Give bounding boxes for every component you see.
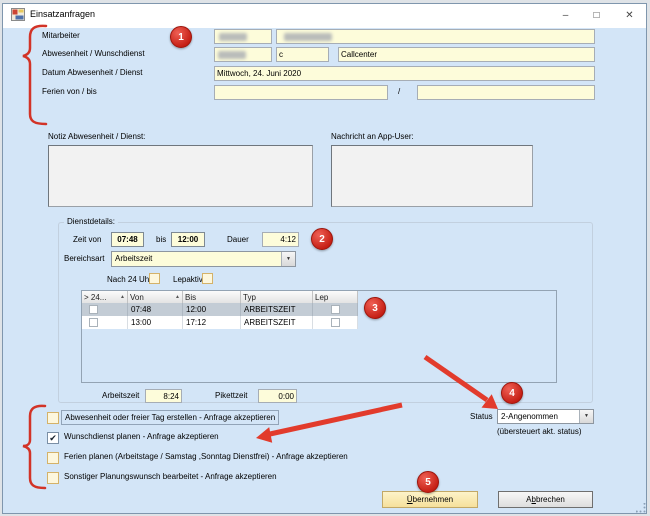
- redacted-text: [284, 33, 332, 41]
- form-icon: [11, 8, 25, 21]
- resize-grip[interactable]: [636, 503, 646, 513]
- nachricht-label: Nachricht an App-User:: [331, 132, 414, 142]
- column-header-bis[interactable]: Bis: [183, 291, 241, 303]
- abwesenheit-id-field[interactable]: [214, 47, 272, 62]
- dienstdetails-group-label: Dienstdetails:: [64, 217, 118, 227]
- zeit-von-field[interactable]: 07:48: [111, 232, 144, 247]
- annotation-badge-1: 1: [170, 26, 192, 48]
- column-header-nach24[interactable]: > 24... ▲: [82, 291, 128, 303]
- ferien-label: Ferien von / bis: [42, 87, 97, 97]
- bereichsart-value: Arbeitszeit: [115, 254, 152, 263]
- mitarbeiter-label: Mitarbeiter: [42, 31, 80, 41]
- ferien-bis-field[interactable]: [417, 85, 595, 100]
- status-combobox[interactable]: 2-Angenommen ▼: [497, 409, 594, 424]
- dauer-label: Dauer: [227, 235, 249, 245]
- option-label: Sonstiger Planungswunsch bearbeitet - An…: [61, 470, 280, 483]
- ferien-von-field[interactable]: [214, 85, 388, 100]
- option-checkbox[interactable]: [47, 452, 59, 464]
- nach24-label: Nach 24 Uhr: [107, 275, 152, 285]
- zeit-von-label: Zeit von: [73, 235, 101, 245]
- annotation-badge-5: 5: [417, 471, 439, 493]
- annotation-badge-2: 2: [311, 228, 333, 250]
- close-icon[interactable]: ✕: [615, 4, 644, 27]
- notiz-label: Notiz Abwesenheit / Dienst:: [48, 132, 145, 142]
- annotation-badge-4: 4: [501, 382, 523, 404]
- sort-asc-icon: ▲: [120, 294, 125, 300]
- notiz-textarea[interactable]: [48, 145, 313, 207]
- minimize-icon[interactable]: –: [551, 4, 580, 27]
- dienst-table: > 24... ▲ Von ▲ Bis Typ Lep 07:4812:00AR…: [81, 290, 557, 383]
- bereichsart-combobox[interactable]: Arbeitszeit ▼: [111, 251, 296, 267]
- uebernehmen-button[interactable]: Übernehmen: [382, 491, 478, 508]
- arbeitszeit-label: Arbeitszeit: [102, 391, 139, 401]
- row-lep-checkbox[interactable]: [331, 318, 340, 327]
- status-hint: (übersteuert akt. status): [497, 427, 581, 437]
- sort-asc-icon: ▲: [175, 294, 180, 300]
- chevron-down-icon[interactable]: ▼: [579, 410, 593, 423]
- option-label: Ferien planen (Arbeitstage / Samstag ,So…: [61, 450, 351, 463]
- column-label: Bis: [185, 293, 196, 302]
- datum-label: Datum Abwesenheit / Dienst: [42, 68, 143, 78]
- zeit-bis-field[interactable]: 12:00: [171, 232, 205, 247]
- ferien-separator: /: [398, 87, 400, 97]
- column-label: Typ: [243, 293, 256, 302]
- titlebar: [3, 4, 646, 28]
- lepaktiv-label: Lepaktiv: [173, 275, 203, 285]
- option-checkbox[interactable]: [47, 472, 59, 484]
- table-row[interactable]: 13:0017:12ARBEITSZEIT: [82, 316, 358, 329]
- status-value: 2-Angenommen: [501, 412, 558, 421]
- row-nach24-checkbox[interactable]: [89, 318, 98, 327]
- bis-label: bis: [156, 235, 166, 245]
- mitarbeiter-name-field[interactable]: [276, 29, 595, 44]
- pikettzeit-field[interactable]: 0:00: [258, 389, 297, 403]
- screen: Einsatzanfragen – □ ✕ Mitarbeiter Abwese…: [0, 0, 650, 516]
- option-checkbox[interactable]: [47, 412, 59, 424]
- datum-field[interactable]: Mittwoch, 24. Juni 2020: [214, 66, 595, 81]
- column-header-lep[interactable]: Lep: [313, 291, 358, 303]
- row-lep-checkbox[interactable]: [331, 305, 340, 314]
- column-header-typ[interactable]: Typ: [241, 291, 313, 303]
- mitarbeiter-id-field[interactable]: [214, 29, 272, 44]
- status-label: Status: [470, 412, 493, 422]
- column-header-von[interactable]: Von ▲: [128, 291, 183, 303]
- column-label: > 24...: [84, 293, 106, 302]
- abbrechen-button[interactable]: Abbrechen: [498, 491, 593, 508]
- option-label: Wunschdienst planen - Anfrage akzeptiere…: [61, 430, 222, 443]
- row-nach24-checkbox[interactable]: [89, 305, 98, 314]
- redacted-text: [219, 33, 247, 41]
- annotation-badge-3: 3: [364, 297, 386, 319]
- option-label: Abwesenheit oder freier Tag erstellen - …: [61, 410, 279, 425]
- window-title: Einsatzanfragen: [30, 9, 95, 19]
- table-row[interactable]: 07:4812:00ARBEITSZEIT: [82, 303, 358, 316]
- chevron-down-icon[interactable]: ▼: [281, 252, 295, 266]
- nachricht-textarea[interactable]: [331, 145, 533, 207]
- table-body: 07:4812:00ARBEITSZEIT13:0017:12ARBEITSZE…: [82, 303, 358, 329]
- lepaktiv-checkbox[interactable]: [202, 273, 213, 284]
- maximize-icon[interactable]: □: [582, 4, 611, 27]
- table-header: > 24... ▲ Von ▲ Bis Typ Lep: [82, 291, 358, 303]
- column-label: Von: [130, 293, 144, 302]
- column-label: Lep: [315, 293, 328, 302]
- nach24-checkbox[interactable]: [149, 273, 160, 284]
- pikettzeit-label: Pikettzeit: [215, 391, 247, 401]
- abwesenheit-code-field[interactable]: c: [276, 47, 329, 62]
- abwesenheit-label: Abwesenheit / Wunschdienst: [42, 49, 145, 59]
- option-checkbox[interactable]: ✔: [47, 432, 59, 444]
- arbeitszeit-field[interactable]: 8:24: [145, 389, 182, 403]
- dauer-field[interactable]: 4:12: [262, 232, 299, 247]
- abwesenheit-name-field[interactable]: Callcenter: [338, 47, 595, 62]
- redacted-text: [218, 51, 246, 59]
- bereichsart-label: Bereichsart: [64, 254, 104, 264]
